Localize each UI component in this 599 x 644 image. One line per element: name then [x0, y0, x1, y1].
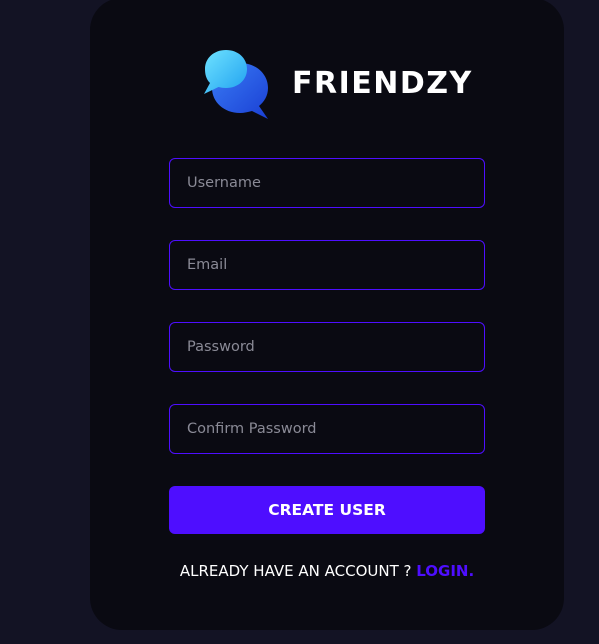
- brand-name: FRIENDZY: [292, 66, 473, 101]
- brand-header: FRIENDZY: [200, 48, 473, 120]
- username-field[interactable]: [169, 158, 485, 208]
- register-card: FRIENDZY CREATE USER ALREADY HAVE AN ACC…: [90, 0, 564, 630]
- chat-bubbles-icon: [204, 50, 268, 119]
- login-prompt-text: ALREADY HAVE AN ACCOUNT ?: [179, 562, 417, 580]
- email-field[interactable]: [169, 240, 485, 290]
- password-field[interactable]: [169, 322, 485, 372]
- confirm-password-field[interactable]: [169, 404, 485, 454]
- create-user-button[interactable]: CREATE USER: [169, 486, 485, 534]
- login-link[interactable]: LOGIN.: [416, 562, 474, 580]
- login-prompt: ALREADY HAVE AN ACCOUNT ? LOGIN.: [169, 562, 485, 580]
